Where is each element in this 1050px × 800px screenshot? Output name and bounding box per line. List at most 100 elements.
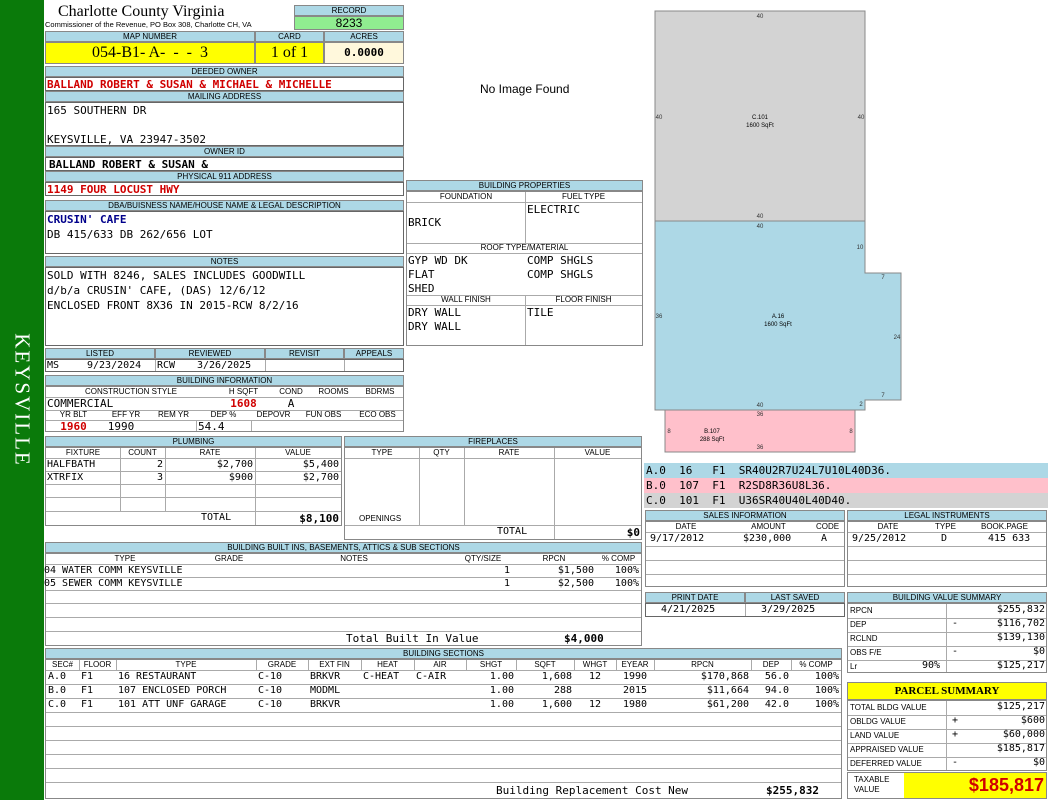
bvs-row-pct: 90% [921, 660, 940, 671]
legal-book: 415 633 [988, 533, 1031, 544]
owner-id-header: OWNER ID [45, 146, 404, 157]
rate-col: RATE [199, 448, 221, 457]
condition: A [287, 397, 295, 410]
section-cell-dep: 42.0 [764, 699, 789, 710]
built-in-comp: 100% [614, 578, 639, 589]
row-divider [46, 768, 841, 769]
section-cell-shgt: 1.00 [489, 699, 514, 710]
legal-date-col: DATE [877, 522, 899, 531]
parcel-row-value: $60,000 [1002, 729, 1045, 740]
section-cell-grade: C-10 [258, 685, 283, 696]
plumbing-total-label: TOTAL [201, 512, 232, 523]
section-col-ext-fin: EXT FIN [319, 660, 350, 669]
yr-blt-label: YR BLT [59, 410, 88, 419]
building-sections-header: BUILDING SECTIONS [45, 648, 842, 659]
no-image-text: No Image Found [480, 82, 570, 96]
eff-yr-label: EFF YR [111, 410, 141, 419]
col-divider [616, 660, 617, 670]
section-cell-floor: F1 [81, 699, 94, 710]
sidebar-label: KEYSVILLE [10, 333, 35, 467]
owner-id: BALLAND ROBERT & SUSAN & [49, 158, 208, 171]
building-info-header: BUILDING INFORMATION [45, 375, 404, 386]
sketch-sqft-b: 288 SqFt [700, 437, 725, 443]
sketch-dim: 24 [894, 335, 901, 341]
section-col-heat: HEAT [377, 660, 398, 669]
record-number: 8233 [294, 16, 404, 30]
plumbing-total: $8,100 [299, 512, 339, 525]
bi-rpcn-col: RPCN [542, 554, 566, 563]
sketch-sqft-c: 1600 SqFt [746, 123, 774, 129]
print-date-header: PRINT DATE [645, 592, 745, 603]
plumbing-count: 3 [156, 472, 163, 483]
section-cell-shgt: 1.00 [489, 671, 514, 682]
sketch-dim: 36 [757, 412, 764, 418]
built-in-total-label: Total Built In Value [346, 632, 479, 645]
sales-code-col: CODE [815, 522, 840, 531]
sketch-dim: 40 [858, 115, 865, 121]
col-divider [79, 660, 80, 670]
built-in-total: $4,000 [564, 632, 604, 645]
section-col-eyear: EYEAR [621, 660, 649, 669]
roof-type: FLAT [408, 268, 435, 281]
construction-style: COMMERCIAL [47, 397, 114, 410]
dba-header: DBA/BUISNESS NAME/HOUSE NAME & LEGAL DES… [45, 200, 404, 211]
owner-id-box: BALLAND ROBERT & SUSAN & [45, 157, 404, 171]
roof-material: COMP SHGLS [527, 254, 594, 267]
reviewed-by: RCW [157, 360, 176, 371]
fixture-col: FIXTURE [65, 448, 101, 457]
sales-date-col: DATE [675, 522, 697, 531]
legal-date: 9/25/2012 [852, 533, 907, 544]
parcel-summary-header: PARCEL SUMMARY [847, 682, 1047, 700]
mailing-line2: KEYSVILLE, VA 23947-3502 [47, 133, 206, 146]
sketch-dim: 36 [757, 445, 764, 451]
plumbing-count: 2 [156, 459, 163, 470]
sketch-dim: 40 [757, 214, 764, 220]
rooms-label: ROOMS [318, 387, 349, 396]
foundation: BRICK [408, 216, 442, 229]
sketch-dim: 40 [757, 403, 764, 409]
dates-box: 4/21/2025 3/29/2025 [645, 603, 845, 617]
legal-type-col: TYPE [935, 522, 956, 531]
sales-table: DATE AMOUNT CODE 9/17/2012 $230,000 A [645, 521, 845, 587]
section-col-comp: % COMP [799, 660, 833, 669]
section-cell-grade: C-10 [258, 699, 283, 710]
bvs-row-label: DEP [850, 620, 867, 629]
section-col-air: AIR [433, 660, 447, 669]
bi-qty-col: QTY/SIZE [464, 554, 502, 563]
section-col-rpcn: RPCN [691, 660, 714, 669]
card-value: 1 of 1 [255, 42, 324, 64]
bvs-row-value: $116,702 [996, 618, 1045, 629]
brcn-label: Building Replacement Cost New [496, 784, 689, 797]
bi-type-col: TYPE [114, 554, 136, 563]
sketch-label-c: C.101 [752, 115, 769, 121]
fuel-type-label: FUEL TYPE [561, 192, 606, 201]
section-cell-eyear: 2015 [622, 685, 648, 696]
bvs-row-value: $139,130 [996, 632, 1045, 643]
built-in-rpcn: $1,500 [557, 565, 594, 576]
built-ins-header: BUILDING BUILT INS, BASEMENTS, ATTICS & … [45, 542, 642, 553]
section-col-shgt: SHGT [479, 660, 503, 669]
sketch-vector-a: A.0 16 F1 SR40U2R7U24L7U10L40D36. [644, 463, 1048, 478]
col-divider [574, 660, 575, 670]
parcel-row-value: $600 [1020, 715, 1045, 726]
section-col-sqft: SQFT [534, 660, 556, 669]
sketch-label-a: A.16 [772, 314, 785, 320]
building-sketch: C.101 1600 SqFt A.16 1600 SqFt B.107 288… [654, 10, 902, 453]
bvs-row-label: OBS F/E [850, 648, 882, 657]
roof-type-label: ROOF TYPE/MATERIAL [480, 243, 569, 252]
legal-description: DB 415/633 DB 262/656 LOT [47, 228, 213, 241]
sketch-vector-c: C.0 101 F1 U36SR40U40L40D40. [644, 493, 1048, 508]
print-date: 4/21/2025 [661, 604, 716, 615]
count-col: COUNT [128, 448, 157, 457]
sketch-label-b: B.107 [704, 429, 720, 435]
section-cell-whgt: 12 [588, 671, 602, 682]
row-divider [46, 782, 841, 783]
section-cell-rpcn: $170,868 [700, 671, 749, 682]
fun-obs-label: FUN OBS [305, 410, 342, 419]
depovr-label: DEPOVR [256, 410, 291, 419]
col-divider [414, 660, 415, 670]
county-title: Charlotte County Virginia [58, 3, 225, 20]
openings-label: OPENINGS [359, 514, 402, 523]
fp-qty-col: QTY [433, 448, 450, 457]
note-line: SOLD WITH 8246, SALES INCLUDES GOODWILL [47, 269, 306, 282]
